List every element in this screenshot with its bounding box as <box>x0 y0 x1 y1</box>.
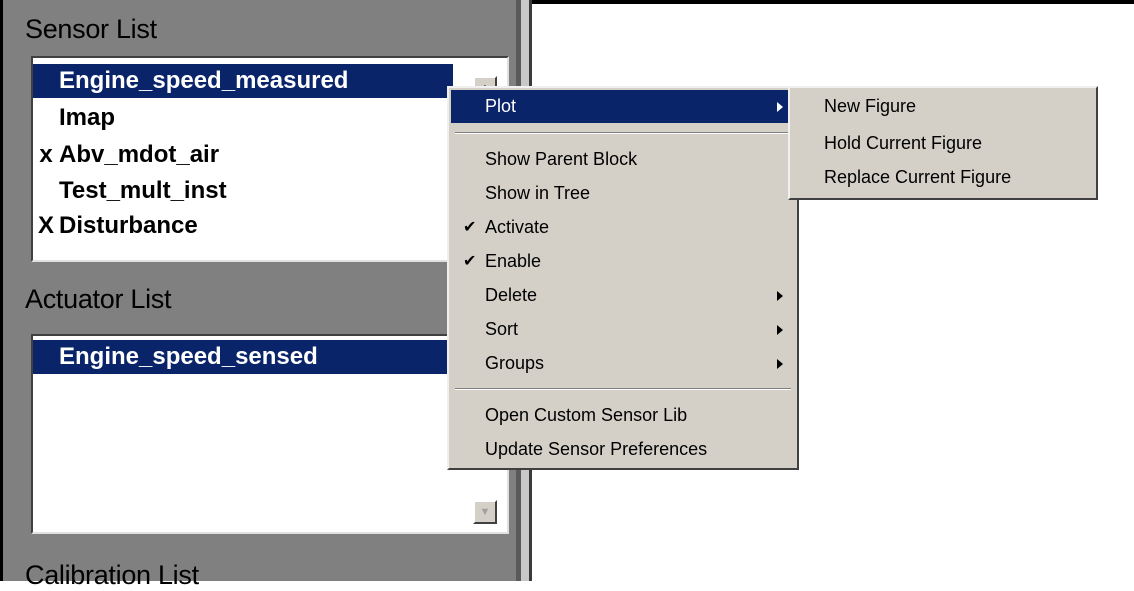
menu-item-update-sensor-preferences[interactable]: Update Sensor Preferences <box>451 433 795 466</box>
sensor-item[interactable]: Imap <box>33 101 453 135</box>
checkmark-icon: ✔ <box>463 253 477 270</box>
menu-item-delete[interactable]: Delete <box>451 279 795 312</box>
sensor-list-title: Sensor List <box>25 14 157 44</box>
submenu-arrow-icon <box>777 102 783 112</box>
menu-item-show-in-tree[interactable]: Show in Tree <box>451 177 795 210</box>
calibration-list-title: Calibration List <box>25 560 199 590</box>
checkmark-icon: ✔ <box>463 219 477 236</box>
sensor-listbox[interactable]: Engine_speed_measured Imap x Abv_mdot_air… <box>31 56 509 262</box>
menu-item-show-parent-block[interactable]: Show Parent Block <box>451 143 795 176</box>
sensor-item[interactable]: X Disturbance <box>33 209 453 243</box>
submenu-item-hold-current-figure[interactable]: Hold Current Figure <box>824 127 982 160</box>
submenu-arrow-icon <box>777 325 783 335</box>
submenu-item-new-figure[interactable]: New Figure <box>824 90 916 123</box>
menu-item-plot[interactable]: Plot <box>451 90 795 123</box>
sensor-item[interactable]: x Abv_mdot_air <box>33 138 453 172</box>
menu-item-groups[interactable]: Groups <box>451 347 795 380</box>
sensor-item[interactable]: Test_mult_inst <box>33 174 453 208</box>
plot-submenu: New Figure Hold Current Figure Replace C… <box>788 86 1098 200</box>
sensor-item[interactable]: Engine_speed_measured <box>33 64 453 98</box>
submenu-item-replace-current-figure[interactable]: Replace Current Figure <box>824 161 1011 194</box>
submenu-arrow-icon <box>777 291 783 301</box>
menu-item-sort[interactable]: Sort <box>451 313 795 346</box>
menu-item-enable[interactable]: ✔ Enable <box>451 245 795 278</box>
scroll-down-button[interactable]: ▼ <box>473 500 497 524</box>
actuator-listbox[interactable]: Engine_speed_sensed ▼ <box>31 334 509 534</box>
actuator-item[interactable]: Engine_speed_sensed <box>33 340 453 374</box>
menu-item-open-custom-sensor-lib[interactable]: Open Custom Sensor Lib <box>451 399 795 432</box>
triangle-down-icon: ▼ <box>479 506 491 518</box>
menu-separator <box>455 132 791 134</box>
actuator-list-title: Actuator List <box>25 284 172 314</box>
menu-separator <box>455 388 791 390</box>
menu-item-activate[interactable]: ✔ Activate <box>451 211 795 244</box>
context-menu: Plot Show Parent Block Show in Tree ✔ Ac… <box>447 86 799 470</box>
submenu-arrow-icon <box>777 359 783 369</box>
